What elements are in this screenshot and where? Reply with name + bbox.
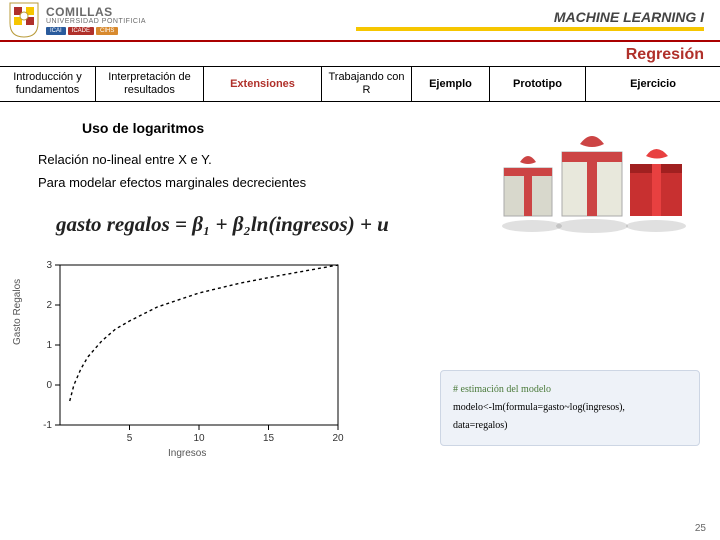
tab-intro[interactable]: Introducción y fundamentos	[0, 67, 96, 101]
header: COMILLAS UNIVERSIDAD PONTIFICIA ICAI ICA…	[0, 0, 720, 42]
svg-text:10: 10	[193, 433, 205, 444]
shield-icon	[8, 1, 40, 39]
svg-text:3: 3	[46, 260, 52, 271]
code-comment: # estimación del modelo	[453, 381, 687, 399]
svg-text:20: 20	[332, 433, 344, 444]
ylabel: Gasto Regalos	[12, 279, 23, 345]
course-title: MACHINE LEARNING I	[146, 9, 704, 25]
subbrands: ICAI ICADE CIHS	[46, 27, 146, 35]
section-title: Regresión	[0, 42, 720, 66]
logo-area: COMILLAS UNIVERSIDAD PONTIFICIA ICAI ICA…	[0, 1, 146, 39]
svg-text:5: 5	[127, 433, 133, 444]
accent-line	[356, 27, 704, 31]
xlabel: Ingresos	[168, 448, 206, 459]
pill-icade: ICADE	[68, 27, 94, 35]
svg-text:1: 1	[46, 340, 52, 351]
tab-ejercicio[interactable]: Ejercicio	[586, 67, 720, 101]
tabs: Introducción y fundamentos Interpretació…	[0, 66, 720, 102]
svg-text:-1: -1	[43, 420, 52, 431]
svg-text:0: 0	[46, 380, 52, 391]
pill-cihs: CIHS	[96, 27, 118, 35]
gifts-illustration	[492, 108, 692, 238]
tab-trabajando-r[interactable]: Trabajando con R	[322, 67, 412, 101]
pill-icai: ICAI	[46, 27, 66, 35]
tab-interpretacion[interactable]: Interpretación de resultados	[96, 67, 204, 101]
svg-text:2: 2	[46, 300, 52, 311]
tab-extensiones[interactable]: Extensiones	[204, 67, 322, 101]
formula-text: gasto regalos = β₁ + β₂ln(ingresos) + u	[56, 212, 389, 236]
code-line-1: modelo<-lm(formula=gasto~log(ingresos),	[453, 399, 687, 417]
code-box: # estimación del modelo modelo<-lm(formu…	[440, 370, 700, 446]
tab-prototipo[interactable]: Prototipo	[490, 67, 586, 101]
tab-ejemplo[interactable]: Ejemplo	[412, 67, 490, 101]
brand-text: COMILLAS UNIVERSIDAD PONTIFICIA ICAI ICA…	[46, 6, 146, 35]
code-line-2: data=regalos)	[453, 417, 687, 435]
chart-svg: -1 0 1 2 3 5 10 15 20	[18, 255, 348, 455]
page-number: 25	[695, 523, 706, 534]
svg-text:15: 15	[263, 433, 275, 444]
chart: -101235101520 Gasto Regalos Ingresos	[18, 255, 348, 455]
brand-main: COMILLAS	[46, 6, 146, 18]
brand-sub: UNIVERSIDAD PONTIFICIA	[46, 18, 146, 25]
title-bar: MACHINE LEARNING I	[146, 9, 720, 31]
